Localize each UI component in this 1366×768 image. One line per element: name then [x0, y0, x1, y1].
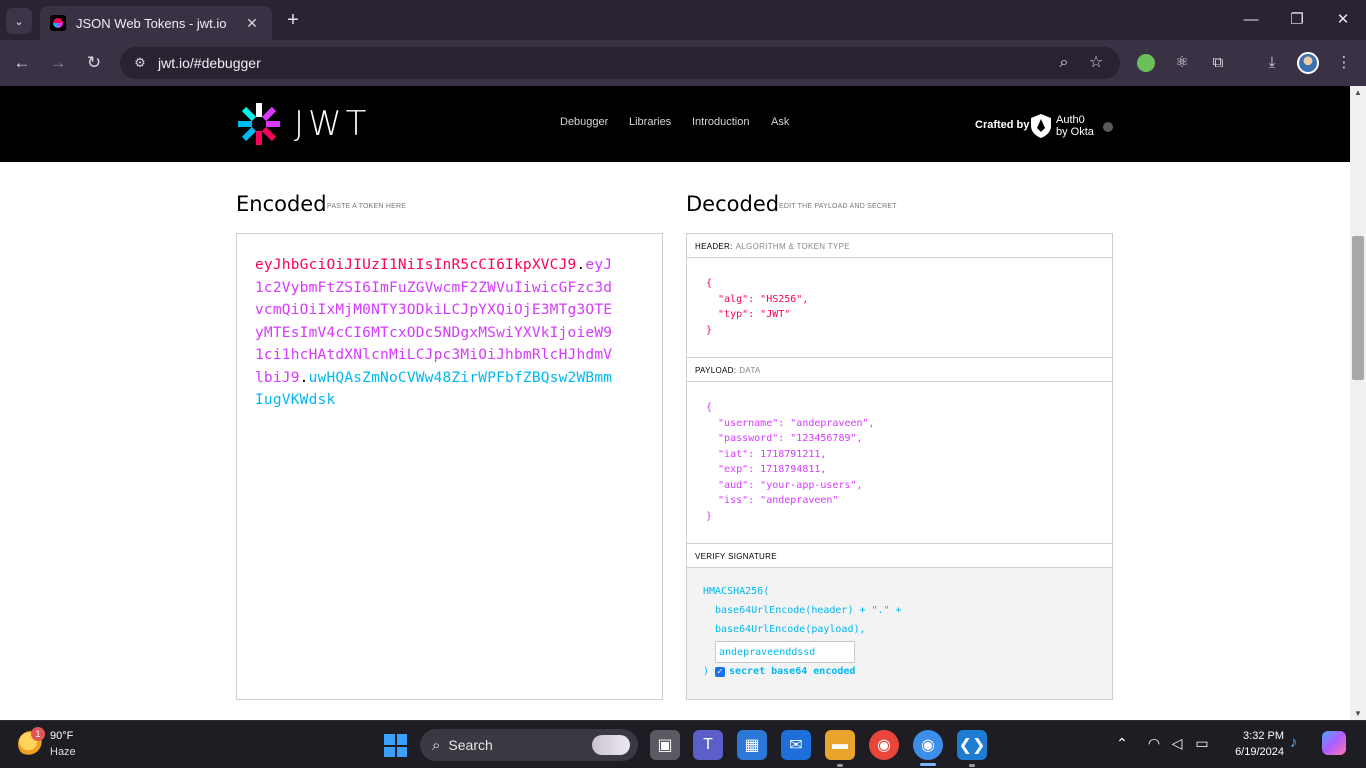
react-extension-icon[interactable]: ⚛ — [1170, 51, 1194, 75]
status-dot — [1103, 122, 1113, 132]
active-indicator — [920, 763, 936, 766]
nav-libraries[interactable]: Libraries — [629, 116, 671, 128]
browser-toolbar: ← → ↻ ⚙ jwt.io/#debugger ⌕ ☆ ⚛ ⧉ ⤓ ⋮ — [0, 40, 1366, 86]
running-indicator — [969, 764, 975, 767]
weather-badge: 1 — [31, 727, 45, 741]
battery-icon[interactable]: ▭ — [1192, 735, 1212, 752]
sig-payload-encode: base64UrlEncode(payload), — [715, 624, 866, 635]
notification-bell-icon[interactable]: ♪ — [1290, 734, 1298, 751]
token-header-part: eyJhbGciOiJIUzI1NiIsInR5cCI6IkpXVCJ9 — [255, 257, 577, 273]
tray-chevron-icon[interactable]: ⌃ — [1112, 735, 1132, 752]
chrome-profile-icon[interactable]: ◉ — [913, 730, 943, 760]
address-bar[interactable]: ⚙ jwt.io/#debugger ⌕ ☆ — [120, 47, 1120, 79]
payload-label: PAYLOAD: — [695, 366, 737, 375]
scroll-down-icon[interactable]: ▼ — [1350, 709, 1366, 718]
vscode-icon[interactable]: ❮❯ — [957, 730, 987, 760]
frog-extension-icon[interactable] — [1137, 54, 1155, 72]
taskbar-search[interactable]: ⌕ Search — [420, 729, 638, 761]
decoded-subtitle: EDIT THE PAYLOAD AND SECRET — [779, 203, 897, 210]
weather-temperature[interactable]: 90°F — [50, 730, 73, 742]
scroll-thumb[interactable] — [1352, 236, 1364, 380]
header-json-editor[interactable]: { "alg": "HS256", "typ": "JWT" } — [706, 276, 808, 338]
token-dot: . — [299, 369, 309, 386]
url-text[interactable]: jwt.io/#debugger — [158, 55, 1120, 71]
secret-base64-checkbox[interactable]: ✓ — [715, 667, 725, 677]
back-arrow-icon[interactable]: ← — [10, 51, 34, 75]
auth0-brand[interactable]: Auth0 by Okta — [1056, 114, 1094, 138]
signature-panel: HMACSHA256( base64UrlEncode(header) + ".… — [687, 568, 1112, 699]
tab-close-icon[interactable]: ✕ — [242, 15, 262, 32]
browser-titlebar: ⌄ JSON Web Tokens - jwt.io ✕ + — ❐ ✕ — [0, 0, 1366, 40]
token-payload-part: eyJ1c2VybmFtZSI6ImFuZGVwcmF2ZWVuIiwicGFz… — [255, 257, 613, 386]
maximize-button[interactable]: ❐ — [1282, 8, 1312, 32]
windows-taskbar: 1 90°F Haze ⌕ Search ▣ T ▦ ✉ ▬ ◉ ◉ ❮❯ ⌃ … — [0, 720, 1366, 768]
store-icon[interactable]: ▦ — [737, 730, 767, 760]
mail-icon[interactable]: ✉ — [781, 730, 811, 760]
downloads-icon[interactable]: ⤓ — [1260, 51, 1284, 75]
search-icon: ⌕ — [432, 736, 441, 754]
new-tab-button[interactable]: + — [282, 8, 304, 32]
header-label: HEADER: — [695, 242, 733, 251]
menu-kebab-icon[interactable]: ⋮ — [1332, 51, 1356, 75]
chrome-icon[interactable]: ◉ — [869, 730, 899, 760]
clock-time[interactable]: 3:32 PM — [1240, 730, 1284, 742]
tab-title: JSON Web Tokens - jwt.io — [76, 15, 227, 31]
nav-introduction[interactable]: Introduction — [692, 116, 749, 128]
nav-ask[interactable]: Ask — [771, 116, 789, 128]
page-viewport: JWT Debugger Libraries Introduction Ask … — [0, 86, 1350, 720]
copilot-icon[interactable] — [1322, 731, 1346, 755]
scroll-up-icon[interactable]: ▲ — [1350, 88, 1366, 97]
jwt-logo-text[interactable]: JWT — [294, 104, 370, 144]
site-info-icon[interactable]: ⚙ — [126, 51, 154, 75]
decoded-title: Decoded — [686, 192, 780, 216]
jwt-favicon-icon — [50, 15, 66, 31]
encoded-title: Encoded — [236, 192, 327, 216]
secret-base64-label[interactable]: secret base64 encoded — [729, 666, 855, 677]
payload-sublabel: DATA — [739, 366, 761, 375]
sig-function: HMACSHA256( — [703, 586, 770, 597]
secret-input[interactable] — [715, 641, 855, 663]
token-signature-part: uwHQAsZmNoCVWw48ZirWPFbfZBQsw2WBmmIugVKW… — [255, 369, 613, 409]
weather-condition[interactable]: Haze — [50, 746, 76, 758]
wifi-icon[interactable]: ◠ — [1144, 735, 1164, 752]
teams-icon[interactable]: T — [693, 730, 723, 760]
browser-tab-active[interactable]: JSON Web Tokens - jwt.io ✕ — [40, 6, 272, 40]
header-sublabel: ALGORITHM & TOKEN TYPE — [735, 242, 850, 251]
clock-date[interactable]: 6/19/2024 — [1226, 746, 1284, 758]
close-window-button[interactable]: ✕ — [1328, 8, 1358, 32]
forward-arrow-icon[interactable]: → — [46, 51, 70, 75]
search-highlight-icon — [592, 735, 630, 755]
minimize-button[interactable]: — — [1236, 8, 1266, 32]
auth0-line1: Auth0 — [1056, 114, 1085, 126]
auth0-line2: by Okta — [1056, 126, 1094, 138]
sig-close-paren: ) — [703, 666, 710, 677]
nav-debugger[interactable]: Debugger — [560, 116, 608, 128]
task-view-icon[interactable]: ▣ — [650, 730, 680, 760]
payload-section-title: PAYLOAD: DATA — [687, 358, 1112, 382]
header-section-title: HEADER: ALGORITHM & TOKEN TYPE — [687, 234, 1112, 258]
search-label: Search — [448, 737, 493, 753]
jwt-logo-icon[interactable] — [236, 101, 282, 147]
encoded-token-text[interactable]: eyJhbGciOiJIUzI1NiIsInR5cCI6IkpXVCJ9.eyJ… — [255, 254, 615, 412]
running-indicator — [837, 764, 843, 767]
verify-signature-title: VERIFY SIGNATURE — [687, 544, 1112, 568]
profile-avatar[interactable] — [1297, 52, 1319, 74]
volume-icon[interactable]: ◁ — [1167, 735, 1187, 752]
auth0-shield-icon[interactable] — [1030, 113, 1052, 139]
extensions-puzzle-icon[interactable]: ⧉ — [1206, 51, 1230, 75]
encoded-subtitle: PASTE A TOKEN HERE — [327, 203, 407, 210]
sig-header-encode: base64UrlEncode(header) + "." + — [715, 605, 902, 616]
reload-icon[interactable]: ↻ — [82, 51, 106, 75]
file-explorer-icon[interactable]: ▬ — [825, 730, 855, 760]
bookmark-star-icon[interactable]: ☆ — [1082, 47, 1110, 79]
page-scrollbar[interactable]: ▲ ▼ — [1350, 86, 1366, 720]
tab-search-button[interactable]: ⌄ — [6, 8, 32, 34]
site-header: JWT Debugger Libraries Introduction Ask … — [0, 86, 1350, 162]
payload-json-editor[interactable]: { "username": "andepraveen", "password":… — [706, 400, 875, 524]
start-windows-icon[interactable] — [384, 734, 407, 757]
decoded-panel: HEADER: ALGORITHM & TOKEN TYPE { "alg": "… — [686, 233, 1113, 700]
encoded-token-editor[interactable]: eyJhbGciOiJIUzI1NiIsInR5cCI6IkpXVCJ9.eyJ… — [236, 233, 663, 700]
zoom-search-icon[interactable]: ⌕ — [1050, 47, 1078, 79]
crafted-by-label: Crafted by — [975, 119, 1030, 131]
